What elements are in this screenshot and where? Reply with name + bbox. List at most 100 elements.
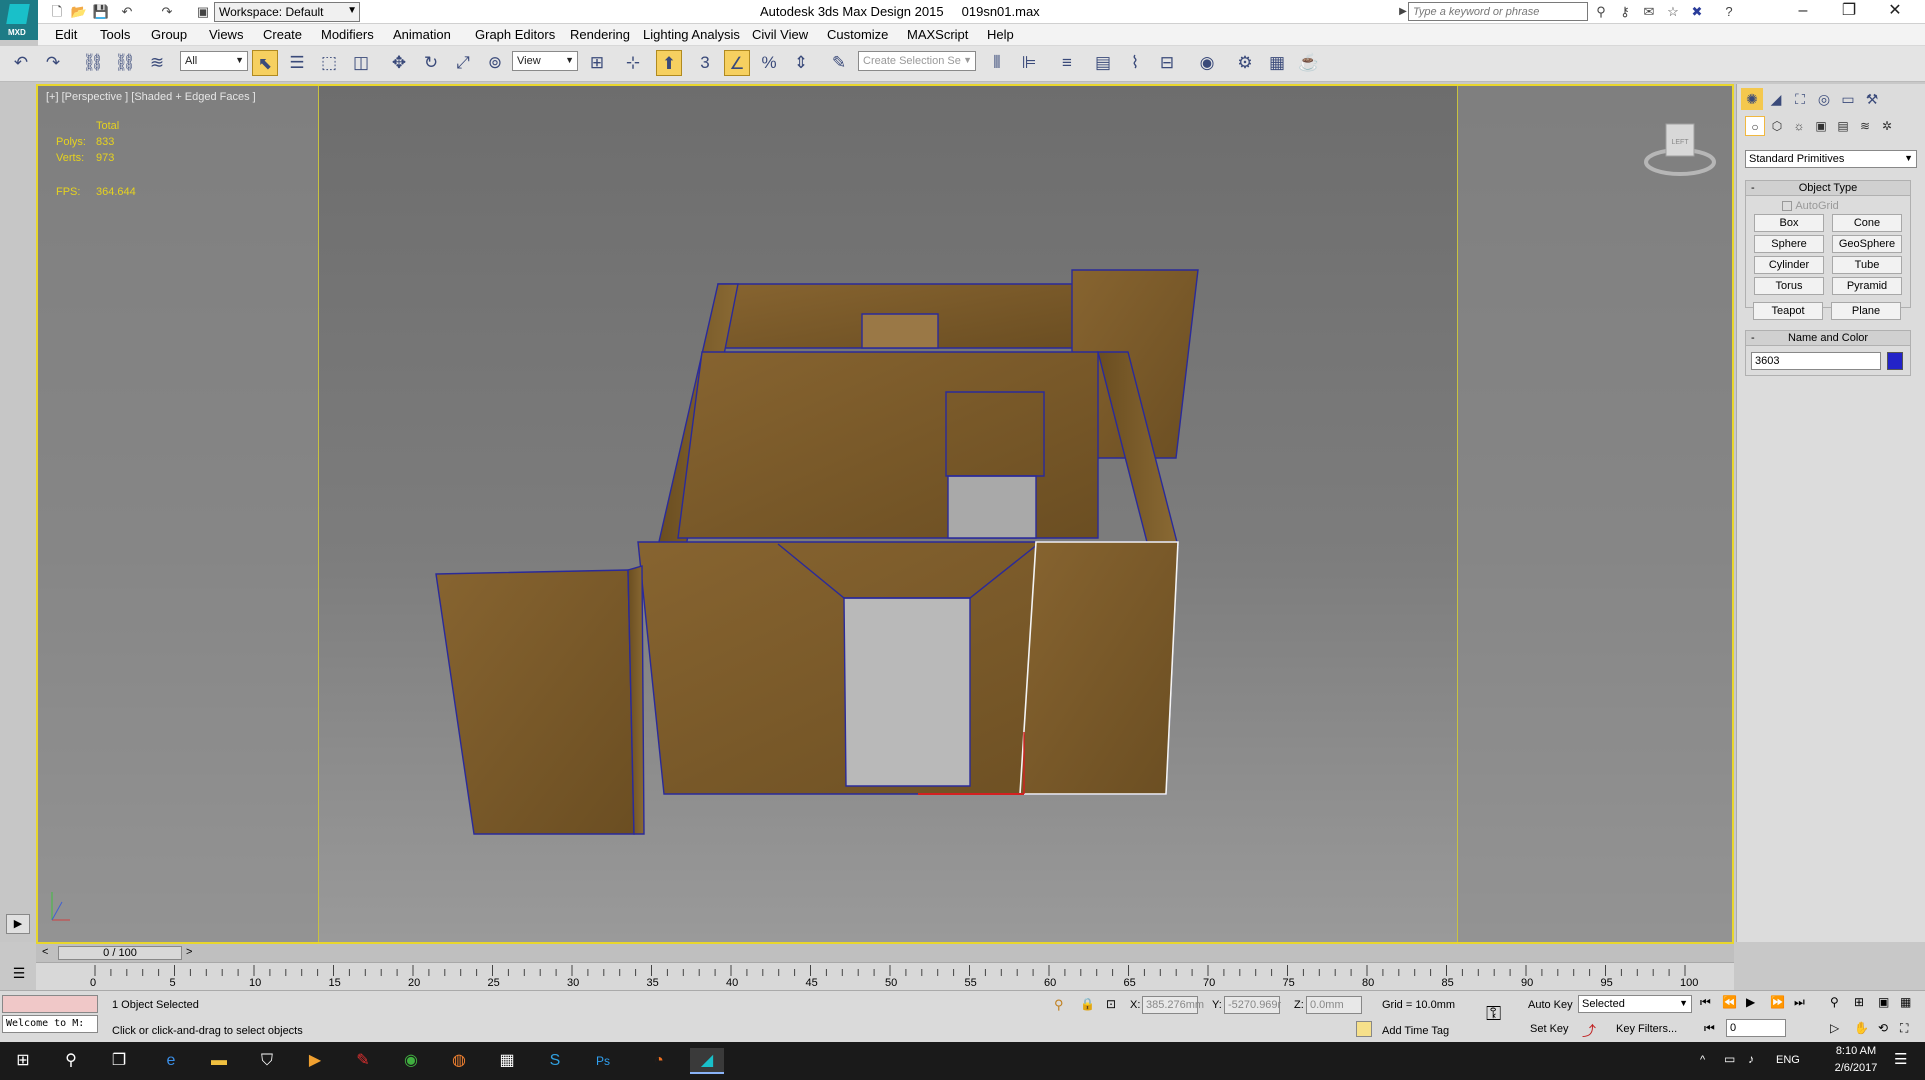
zoom-extents-icon[interactable]: ▣ bbox=[1878, 995, 1889, 1009]
maxscript-listener-bottom[interactable]: Welcome to M: bbox=[2, 1015, 98, 1033]
angle-snap-icon[interactable]: ∠ bbox=[724, 50, 750, 76]
y-coordinate-field[interactable]: -5270.969r bbox=[1224, 996, 1281, 1014]
current-frame-field[interactable]: 0 bbox=[1726, 1019, 1786, 1037]
play-icon[interactable]: ▶ bbox=[6, 914, 30, 934]
time-slider[interactable]: < 0 / 100 > bbox=[36, 944, 1734, 962]
reference-coordinate-dropdown[interactable]: View ▼ bbox=[512, 51, 578, 71]
tray-chevron-icon[interactable]: ^ bbox=[1700, 1054, 1705, 1066]
render-teapot-icon[interactable]: ☕ bbox=[1296, 50, 1322, 76]
edge-browser-icon[interactable]: e bbox=[154, 1048, 188, 1074]
play-animation-icon[interactable]: ▶ bbox=[1746, 995, 1755, 1009]
geosphere-button[interactable]: GeoSphere bbox=[1832, 235, 1902, 253]
acrobat-icon[interactable]: ✎ bbox=[346, 1048, 380, 1074]
teapot-button[interactable]: Teapot bbox=[1753, 302, 1823, 320]
open-file-icon[interactable]: 📂 bbox=[70, 3, 88, 21]
key-filters-button[interactable]: Key Filters... bbox=[1616, 1023, 1677, 1035]
time-tag-icon[interactable] bbox=[1356, 1021, 1372, 1037]
curve-editor-icon[interactable]: ⌇ bbox=[1122, 50, 1148, 76]
schematic-view-icon[interactable]: ⊟ bbox=[1154, 50, 1180, 76]
edit-named-selection-icon[interactable]: ✎ bbox=[826, 50, 852, 76]
object-name-input[interactable]: 3603 bbox=[1751, 352, 1881, 370]
select-by-name-icon[interactable]: ☰ bbox=[284, 50, 310, 76]
exchange-icon[interactable]: ✖ bbox=[1688, 3, 1706, 21]
menu-rendering[interactable]: Rendering bbox=[570, 27, 630, 42]
modify-tab-icon[interactable]: ◢ bbox=[1765, 88, 1787, 110]
menu-customize[interactable]: Customize bbox=[827, 27, 888, 42]
key-curve-icon[interactable]: ⤴ bbox=[1582, 1021, 1596, 1041]
create-tab-icon[interactable]: ✺ bbox=[1741, 88, 1763, 110]
name-color-rollout-header[interactable]: - Name and Color bbox=[1745, 330, 1911, 346]
lights-icon[interactable]: ☼ bbox=[1789, 116, 1809, 136]
menu-lighting-analysis[interactable]: Lighting Analysis bbox=[643, 27, 740, 42]
set-key-button[interactable]: Set Key bbox=[1530, 1023, 1569, 1035]
field-of-view-icon[interactable]: ▷ bbox=[1830, 1021, 1839, 1035]
calculator-icon[interactable]: ▦ bbox=[490, 1048, 524, 1074]
file-explorer-icon[interactable]: ▬ bbox=[202, 1048, 236, 1074]
windows-start-icon[interactable]: ⊞ bbox=[6, 1048, 40, 1074]
select-and-rotate-icon[interactable]: ↻ bbox=[418, 50, 444, 76]
set-key-icon[interactable]: ⚿ bbox=[1486, 1003, 1501, 1026]
go-to-start-icon[interactable]: ⏮ bbox=[1700, 995, 1711, 1010]
sphere-button[interactable]: Sphere bbox=[1754, 235, 1824, 253]
add-time-tag[interactable]: Add Time Tag bbox=[1382, 1025, 1449, 1037]
clock-time[interactable]: 8:10 AM bbox=[1824, 1045, 1888, 1057]
pan-view-icon[interactable]: ✋ bbox=[1854, 1021, 1869, 1035]
pivot-center-icon[interactable]: ⊞ bbox=[584, 50, 610, 76]
mini-curve-editor-icon[interactable]: ☰ bbox=[6, 965, 32, 989]
align-icon[interactable]: ⊫ bbox=[1016, 50, 1042, 76]
shapes-icon[interactable]: ⬡ bbox=[1767, 116, 1787, 136]
previous-frame-icon[interactable]: ⏪ bbox=[1722, 995, 1737, 1009]
pyramid-button[interactable]: Pyramid bbox=[1832, 277, 1902, 295]
selected-wall-panel[interactable] bbox=[1019, 541, 1179, 795]
key-mode-toggle-icon[interactable]: ⏮ bbox=[1704, 1021, 1715, 1036]
display-tab-icon[interactable]: ▭ bbox=[1837, 88, 1859, 110]
select-and-scale-icon[interactable]: ⤢ bbox=[450, 50, 476, 76]
cone-button[interactable]: Cone bbox=[1832, 214, 1902, 232]
subscription-icon[interactable]: ⚷ bbox=[1616, 3, 1634, 21]
app-menu-button[interactable]: MXD bbox=[0, 0, 38, 40]
project-folder-icon[interactable]: ▣ bbox=[194, 3, 212, 21]
menu-edit[interactable]: Edit bbox=[55, 27, 77, 42]
maxscript-listener-top[interactable] bbox=[2, 995, 98, 1013]
geometry-icon[interactable]: ○ bbox=[1745, 116, 1765, 136]
isolate-selection-icon[interactable]: ⚲ bbox=[1054, 997, 1064, 1013]
undo-icon[interactable]: ↶ bbox=[118, 3, 136, 21]
layer-manager-icon[interactable]: ≡ bbox=[1054, 50, 1080, 76]
maximize-viewport-icon[interactable]: ⛶ bbox=[1900, 1021, 1908, 1036]
plane-button[interactable]: Plane bbox=[1831, 302, 1901, 320]
auto-key-button[interactable]: Auto Key bbox=[1528, 999, 1573, 1011]
autogrid-checkbox[interactable]: AutoGrid bbox=[1782, 198, 1839, 212]
menu-graph-editors[interactable]: Graph Editors bbox=[475, 27, 555, 42]
utilities-tab-icon[interactable]: ⚒ bbox=[1861, 88, 1883, 110]
photoshop-icon[interactable]: Ps bbox=[586, 1048, 620, 1074]
select-and-move-icon[interactable]: ✥ bbox=[386, 50, 412, 76]
category-dropdown[interactable]: Standard Primitives ▼ bbox=[1745, 150, 1917, 168]
new-file-icon[interactable]: 🗋 bbox=[48, 3, 66, 21]
material-editor-icon[interactable]: ◉ bbox=[1194, 50, 1220, 76]
space-warps-icon[interactable]: ≋ bbox=[1855, 116, 1875, 136]
zoom-icon[interactable]: ⚲ bbox=[1830, 995, 1839, 1009]
save-file-icon[interactable]: 💾 bbox=[92, 3, 110, 21]
menu-create[interactable]: Create bbox=[263, 27, 302, 42]
object-type-rollout-header[interactable]: - Object Type bbox=[1745, 180, 1911, 196]
viewcube[interactable]: LEFT bbox=[1644, 114, 1716, 184]
bind-space-warp-icon[interactable]: ≋ bbox=[144, 50, 170, 76]
network-icon[interactable]: ▭ bbox=[1724, 1052, 1735, 1066]
help-icon[interactable]: ? bbox=[1720, 3, 1738, 21]
search-input[interactable]: Type a keyword or phrase bbox=[1408, 2, 1588, 21]
media-player-icon[interactable]: ▶ bbox=[298, 1048, 332, 1074]
search-icon[interactable]: ⚲ bbox=[54, 1048, 88, 1074]
graphite-toggle-icon[interactable]: ▤ bbox=[1090, 50, 1116, 76]
x-coordinate-field[interactable]: 385.276mm bbox=[1142, 996, 1204, 1014]
cylinder-button[interactable]: Cylinder bbox=[1754, 256, 1824, 274]
rectangular-selection-icon[interactable]: ⬚ bbox=[316, 50, 342, 76]
unlink-selection-icon[interactable]: ⛓ bbox=[112, 50, 138, 76]
torus-button[interactable]: Torus bbox=[1754, 277, 1824, 295]
clock-date[interactable]: 2/6/2017 bbox=[1824, 1062, 1888, 1074]
zoom-all-icon[interactable]: ⊞ bbox=[1854, 995, 1864, 1009]
zoom-extents-all-icon[interactable]: ▦ bbox=[1900, 995, 1911, 1009]
helpers-icon[interactable]: ▤ bbox=[1833, 116, 1853, 136]
snaps-toggle-icon[interactable]: 3 bbox=[692, 50, 718, 76]
box-button[interactable]: Box bbox=[1754, 214, 1824, 232]
skype-icon[interactable]: S bbox=[538, 1048, 572, 1074]
